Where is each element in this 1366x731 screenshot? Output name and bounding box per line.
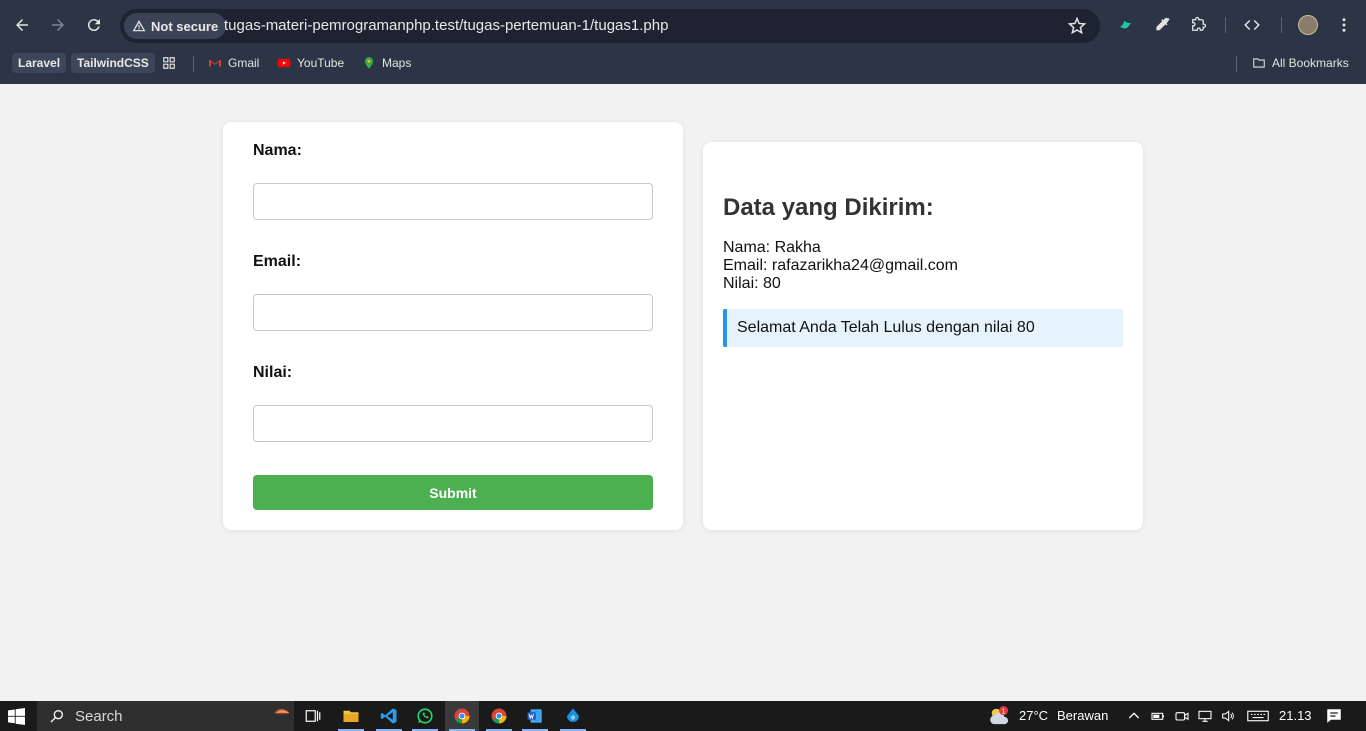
- nama-input[interactable]: [253, 183, 653, 220]
- search-icon: [50, 710, 63, 723]
- result-data: Nama: Rakha Email: rafazarikha24@gmail.c…: [723, 239, 958, 293]
- app-drop-icon: [567, 708, 579, 722]
- keyboard-icon[interactable]: [1247, 708, 1269, 724]
- bookmark-maps-label: Maps: [382, 56, 412, 70]
- all-bookmarks[interactable]: All Bookmarks: [1252, 54, 1349, 72]
- reload-button[interactable]: [82, 13, 106, 37]
- result-nama: Nama: Rakha: [723, 239, 821, 256]
- task-view-icon: [305, 710, 321, 722]
- bookmark-gmail[interactable]: Gmail: [208, 54, 259, 72]
- menu-kebab-icon[interactable]: [1334, 15, 1354, 35]
- result-card: Data yang Dikirim: Nama: Rakha Email: ra…: [703, 142, 1143, 530]
- eyedropper-icon[interactable]: [1152, 15, 1172, 35]
- clock-time[interactable]: 21.13: [1279, 708, 1312, 723]
- code-icon[interactable]: [1242, 15, 1262, 35]
- nilai-input[interactable]: [253, 405, 653, 442]
- taskbar-chrome-active[interactable]: [445, 701, 479, 731]
- nilai-label: Nilai:: [253, 364, 293, 381]
- toolbar-divider: [1281, 17, 1282, 33]
- taskbar-search[interactable]: Search: [37, 701, 294, 731]
- taskbar-search-label: Search: [75, 707, 123, 725]
- taskbar-chrome-profile[interactable]: [482, 701, 516, 731]
- weather-badge-count: 1: [1002, 706, 1006, 715]
- security-label: Not secure: [151, 18, 219, 34]
- form-card: Nama: Email: Nilai: Submit: [223, 122, 683, 530]
- warning-icon: [132, 20, 146, 32]
- extension-bird-icon[interactable]: [1116, 15, 1136, 35]
- browser-toolbar: Not secure tugas-materi-pemrogramanphp.t…: [0, 0, 1366, 50]
- word-icon: [527, 709, 542, 723]
- email-input[interactable]: [253, 294, 653, 331]
- chevron-up-icon[interactable]: [1126, 708, 1142, 724]
- email-label: Email:: [253, 253, 302, 270]
- bookmark-laravel[interactable]: Laravel: [12, 53, 67, 73]
- battery-icon[interactable]: [1150, 708, 1166, 724]
- result-title: Data yang Dikirim:: [723, 194, 934, 221]
- bookmark-youtube[interactable]: YouTube: [277, 54, 344, 72]
- bookmark-tailwindcss[interactable]: TailwindCSS: [71, 53, 155, 73]
- vscode-icon: [380, 708, 397, 724]
- taskbar-file-explorer[interactable]: [334, 701, 368, 731]
- weather-description: Berawan: [1057, 708, 1109, 723]
- folder-icon: [1253, 58, 1265, 68]
- result-nilai: Nilai: 80: [723, 275, 781, 292]
- chrome-icon: [454, 708, 470, 724]
- taskbar-word[interactable]: [518, 701, 552, 731]
- taskbar-app-blue[interactable]: [556, 701, 590, 731]
- weather-temperature: 27°C: [1019, 708, 1049, 723]
- search-highlight-illustration: [274, 708, 290, 715]
- youtube-icon: [277, 58, 291, 68]
- nama-label: Nama:: [253, 142, 302, 159]
- all-bookmarks-label: All Bookmarks: [1272, 56, 1349, 70]
- extensions-puzzle-icon[interactable]: [1188, 15, 1208, 35]
- maps-pin-icon: [364, 57, 374, 69]
- forward-button[interactable]: [46, 13, 70, 37]
- chrome-icon: [491, 708, 507, 724]
- submit-button[interactable]: Submit: [253, 475, 653, 510]
- apps-grid-icon[interactable]: [162, 54, 176, 72]
- back-button[interactable]: [10, 13, 34, 37]
- reload-icon: [87, 19, 100, 32]
- taskbar-whatsapp[interactable]: [408, 701, 442, 731]
- security-chip[interactable]: Not secure: [124, 13, 227, 39]
- notification-icon[interactable]: [1325, 707, 1343, 725]
- weather-cloud-icon[interactable]: 1: [988, 706, 1010, 726]
- bookmark-gmail-label: Gmail: [228, 56, 260, 70]
- task-view-button[interactable]: [296, 701, 330, 731]
- url-text[interactable]: tugas-materi-pemrogramanphp.test/tugas-p…: [224, 17, 668, 34]
- windows-taskbar: Search 1 27°C Berawan 21.13: [0, 701, 1366, 731]
- bookmark-youtube-label: YouTube: [297, 56, 345, 70]
- bookmark-star-icon[interactable]: [1068, 17, 1086, 35]
- whatsapp-icon: [417, 708, 433, 724]
- address-bar[interactable]: Not secure tugas-materi-pemrogramanphp.t…: [120, 9, 1100, 43]
- arrow-left-icon: [16, 19, 28, 31]
- profile-avatar[interactable]: [1298, 15, 1318, 35]
- volume-icon[interactable]: [1220, 708, 1236, 724]
- bookmark-maps[interactable]: Maps: [362, 54, 411, 72]
- folder-icon: [343, 710, 359, 722]
- gmail-icon: [209, 59, 221, 67]
- bookmarks-divider: [1236, 56, 1237, 72]
- arrow-right-icon: [52, 19, 64, 31]
- windows-start-icon[interactable]: [8, 708, 25, 725]
- result-email: Email: rafazarikha24@gmail.com: [723, 257, 958, 274]
- bookmarks-divider: [193, 56, 194, 72]
- toolbar-divider: [1225, 17, 1226, 33]
- result-message: Selamat Anda Telah Lulus dengan nilai 80: [723, 309, 1123, 347]
- bookmarks-bar: Laravel TailwindCSS Gmail YouTube Maps A…: [0, 50, 1366, 76]
- browser-chrome: Not secure tugas-materi-pemrogramanphp.t…: [0, 0, 1366, 84]
- taskbar-vscode[interactable]: [372, 701, 406, 731]
- network-icon[interactable]: [1197, 708, 1213, 724]
- camera-icon[interactable]: [1174, 708, 1190, 724]
